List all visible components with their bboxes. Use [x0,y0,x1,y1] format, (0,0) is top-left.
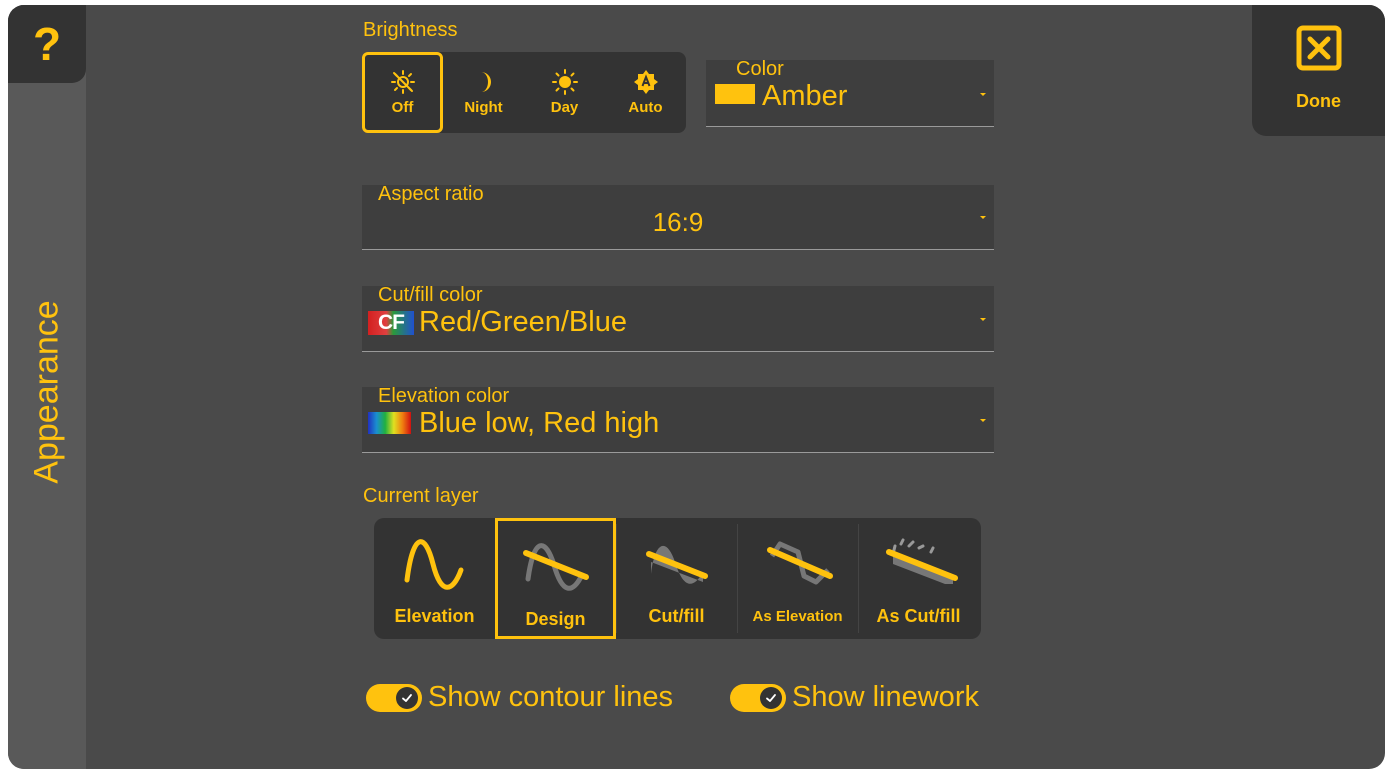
design-icon [522,543,589,591]
chevron-down-icon [980,419,986,422]
brightness-off-button[interactable]: Off [362,52,443,133]
current-layer-selector: Elevation Design Cut/fill As Elevation A… [374,518,981,639]
page-title: Appearance [27,300,66,484]
color-swatch [715,84,755,104]
color-label: Color [736,58,784,80]
aspect-ratio-label: Aspect ratio [378,183,484,205]
contour-switch[interactable] [366,683,422,712]
help-icon: ? [32,18,62,70]
aspect-ratio-dropdown[interactable]: Aspect ratio 16:9 [362,183,994,250]
auto-brightness-icon [633,70,658,94]
brightness-night-button[interactable]: Night [443,52,524,133]
brightness-night-label: Night [464,99,503,116]
current-layer-label: Current layer [363,485,479,507]
color-value: Amber [762,80,848,112]
sidebar: ? Appearance [8,5,86,769]
brightness-auto-label: Auto [628,99,663,116]
elevation-palette-icon [368,412,411,434]
layer-design-label: Design [525,609,586,629]
elevation-wave-icon [404,539,463,590]
linework-switch[interactable] [730,683,786,712]
layer-elevation-button[interactable]: Elevation [374,518,495,639]
sun-icon [551,69,578,95]
layer-elevation-label: Elevation [394,606,475,626]
aspect-ratio-value: 16:9 [652,207,704,237]
show-contour-lines-toggle[interactable]: Show contour lines [366,681,673,714]
brightness-off-label: Off [391,99,414,116]
layer-as-cut-fill-button[interactable]: As Cut/fill [858,518,979,639]
cut-fill-color-dropdown[interactable]: Cut/fill color CF Red/Green/Blue [362,284,994,352]
appearance-panel: ? Appearance Done Brightness Off Night D… [8,5,1385,769]
elevation-color-label: Elevation color [378,385,510,407]
brightness-selector: Off Night Day Auto [362,52,686,133]
layer-as-cut-fill-label: As Cut/fill [876,606,961,626]
brightness-label: Brightness [363,19,458,41]
show-linework-toggle[interactable]: Show linework [730,681,979,714]
done-button[interactable]: Done [1252,5,1385,136]
help-button[interactable]: ? [8,5,86,83]
as-cut-fill-icon [885,538,958,584]
done-label: Done [1296,91,1341,111]
chevron-down-icon [980,216,986,219]
cut-fill-palette-icon: CF [368,311,414,335]
layer-design-button[interactable]: Design [495,518,616,639]
chevron-down-icon [980,93,986,96]
check-icon [396,686,418,709]
chevron-down-icon [980,318,986,321]
elevation-color-dropdown[interactable]: Elevation color Blue low, Red high [362,385,994,453]
color-dropdown[interactable]: Color Amber [706,58,994,127]
check-icon [760,686,782,709]
brightness-auto-button[interactable]: Auto [605,52,686,133]
layer-as-elevation-button[interactable]: As Elevation [737,518,858,639]
close-box-icon [1296,25,1342,71]
moon-icon [480,72,491,92]
brightness-day-button[interactable]: Day [524,52,605,133]
brightness-off-icon [390,70,415,94]
elevation-color-value: Blue low, Red high [419,407,660,439]
as-elevation-icon [766,541,833,585]
cut-fill-color-value: Red/Green/Blue [419,306,627,338]
show-contour-lines-label: Show contour lines [428,681,674,713]
cut-fill-color-label: Cut/fill color [378,284,483,306]
cut-fill-icon [645,545,708,584]
brightness-day-label: Day [550,99,579,116]
layer-cut-fill-label: Cut/fill [648,606,705,626]
show-linework-label: Show linework [792,681,979,713]
layer-cut-fill-button[interactable]: Cut/fill [616,518,737,639]
layer-as-elevation-label: As Elevation [752,608,843,625]
